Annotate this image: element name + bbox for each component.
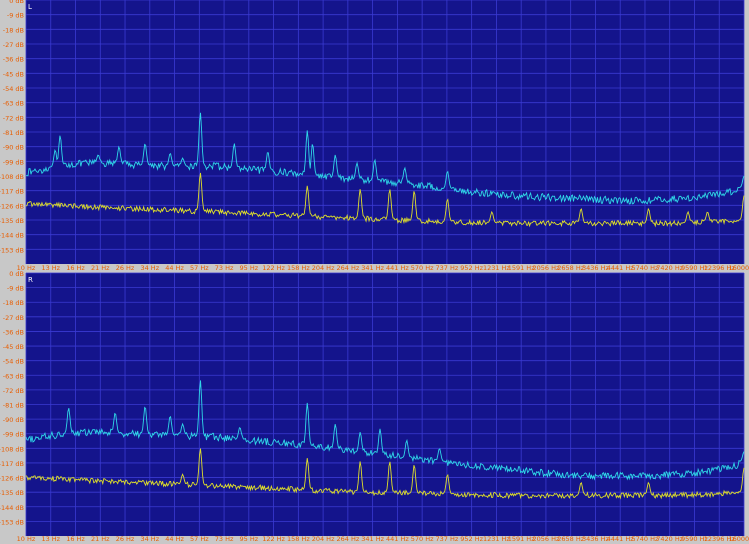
x-tick-label: 13 Hz	[41, 535, 60, 543]
x-tick-label: 21 Hz	[91, 264, 110, 272]
x-tick-label: 4441 Hz	[607, 535, 634, 543]
y-tick-label: -63 dB	[3, 100, 24, 108]
y-tick-label: -135 dB	[0, 217, 24, 225]
x-tick-label: 1231 Hz	[483, 264, 510, 272]
x-tick-label: 122 Hz	[262, 264, 285, 272]
y-tick-label: -126 dB	[0, 202, 24, 210]
y-tick-label: 0 dB	[9, 270, 24, 278]
x-tick-label: 1591 Hz	[508, 264, 535, 272]
y-tick-label: -45 dB	[3, 343, 24, 351]
x-tick-label: 10 Hz	[17, 535, 36, 543]
y-tick-label: -108 dB	[0, 445, 24, 453]
y-tick-label: -90 dB	[3, 416, 24, 424]
y-tick-label: -63 dB	[3, 372, 24, 380]
x-tick-label: 7420 Hz	[656, 264, 683, 272]
x-tick-label: 3436 Hz	[582, 535, 609, 543]
x-tick-label: 264 Hz	[336, 264, 359, 272]
y-tick-label: -9 dB	[7, 285, 24, 293]
y-tick-label: -81 dB	[3, 402, 24, 410]
x-tick-label: 95 Hz	[240, 264, 259, 272]
spectrum-analyzer: 0 dB -9 dB -18 dB -27 dB -36 dB -45 dB -54 dB -…	[0, 0, 749, 543]
x-tick-label: 16000 Hz	[728, 264, 749, 272]
x-tick-label: 158 Hz	[287, 264, 310, 272]
y-tick-label: -117 dB	[0, 188, 24, 196]
x-tick-label: 5740 Hz	[632, 264, 659, 272]
x-tick-label: 158 Hz	[287, 535, 310, 543]
x-tick-label: 57 Hz	[190, 264, 209, 272]
x-tick-label: 441 Hz	[386, 535, 409, 543]
x-tick-label: 7420 Hz	[656, 535, 683, 543]
y-tick-label: -144 dB	[0, 232, 24, 240]
y-tick-label: -36 dB	[3, 328, 24, 336]
y-tick-label: 0 dB	[9, 0, 24, 5]
x-tick-label: 1591 Hz	[508, 535, 535, 543]
x-tick-label: 570 Hz	[411, 264, 434, 272]
x-tick-label: 952 Hz	[460, 535, 483, 543]
x-tick-label: 44 Hz	[165, 535, 184, 543]
y-tick-label: -99 dB	[3, 158, 24, 166]
x-tick-label: 26 Hz	[116, 264, 135, 272]
x-tick-label: 57 Hz	[190, 535, 209, 543]
x-tick-label: 264 Hz	[336, 535, 359, 543]
x-tick-label: 44 Hz	[165, 264, 184, 272]
y-tick-label: -153 dB	[0, 246, 24, 254]
y-tick-label: -18 dB	[3, 26, 24, 34]
y-tick-label: -117 dB	[0, 460, 24, 468]
x-tick-label: 2056 Hz	[532, 264, 559, 272]
y-tick-label: -36 dB	[3, 56, 24, 64]
x-tick-label: 16 Hz	[66, 264, 85, 272]
y-tick-label: -45 dB	[3, 70, 24, 78]
panel-right-channel: 0 dB -9 dB -18 dB -27 dB -36 dB -45 dB -54 dB -…	[0, 270, 749, 543]
x-tick-label: 73 Hz	[215, 535, 234, 543]
x-tick-label: 952 Hz	[460, 264, 483, 272]
y-tick-label: -90 dB	[3, 144, 24, 152]
x-tick-label: 737 Hz	[436, 264, 459, 272]
y-tick-label: -135 dB	[0, 489, 24, 497]
x-tick-label: 4441 Hz	[607, 264, 634, 272]
y-tick-label: -99 dB	[3, 431, 24, 439]
y-tick-label: -72 dB	[3, 387, 24, 395]
x-tick-label: 95 Hz	[240, 535, 259, 543]
x-tick-label: 73 Hz	[215, 264, 234, 272]
x-tick-label: 5740 Hz	[632, 535, 659, 543]
y-tick-label: -54 dB	[3, 358, 24, 366]
y-tick-label: -144 dB	[0, 504, 24, 512]
x-tick-label: 13 Hz	[41, 264, 60, 272]
x-tick-label: 570 Hz	[411, 535, 434, 543]
channel-label: L	[28, 3, 32, 11]
y-tick-label: -153 dB	[0, 518, 24, 526]
x-tick-label: 204 Hz	[312, 264, 335, 272]
y-tick-label: -27 dB	[3, 314, 24, 322]
x-tick-label: 26 Hz	[116, 535, 135, 543]
x-tick-label: 737 Hz	[436, 535, 459, 543]
x-tick-label: 341 Hz	[361, 264, 384, 272]
panel-left-channel: 0 dB -9 dB -18 dB -27 dB -36 dB -45 dB -54 dB -…	[0, 0, 749, 272]
x-tick-label: 441 Hz	[386, 264, 409, 272]
y-tick-label: -81 dB	[3, 129, 24, 137]
x-tick-label: 21 Hz	[91, 535, 110, 543]
y-tick-label: -72 dB	[3, 114, 24, 122]
x-tick-label: 2056 Hz	[532, 535, 559, 543]
channel-label: R	[28, 276, 33, 284]
y-tick-label: -27 dB	[3, 41, 24, 49]
x-tick-label: 3436 Hz	[582, 264, 609, 272]
x-tick-label: 34 Hz	[140, 535, 159, 543]
x-tick-label: 122 Hz	[262, 535, 285, 543]
y-tick-label: -54 dB	[3, 85, 24, 93]
x-tick-label: 2658 Hz	[557, 535, 584, 543]
y-tick-label: -9 dB	[7, 12, 24, 20]
x-tick-label: 2658 Hz	[557, 264, 584, 272]
y-tick-label: -108 dB	[0, 173, 24, 181]
x-tick-label: 204 Hz	[312, 535, 335, 543]
x-tick-label: 16 Hz	[66, 535, 85, 543]
x-tick-label: 34 Hz	[140, 264, 159, 272]
x-tick-label: 1231 Hz	[483, 535, 510, 543]
y-tick-label: -18 dB	[3, 299, 24, 307]
y-tick-label: -126 dB	[0, 475, 24, 483]
x-tick-label: 16000 Hz	[728, 535, 749, 543]
x-tick-label: 341 Hz	[361, 535, 384, 543]
